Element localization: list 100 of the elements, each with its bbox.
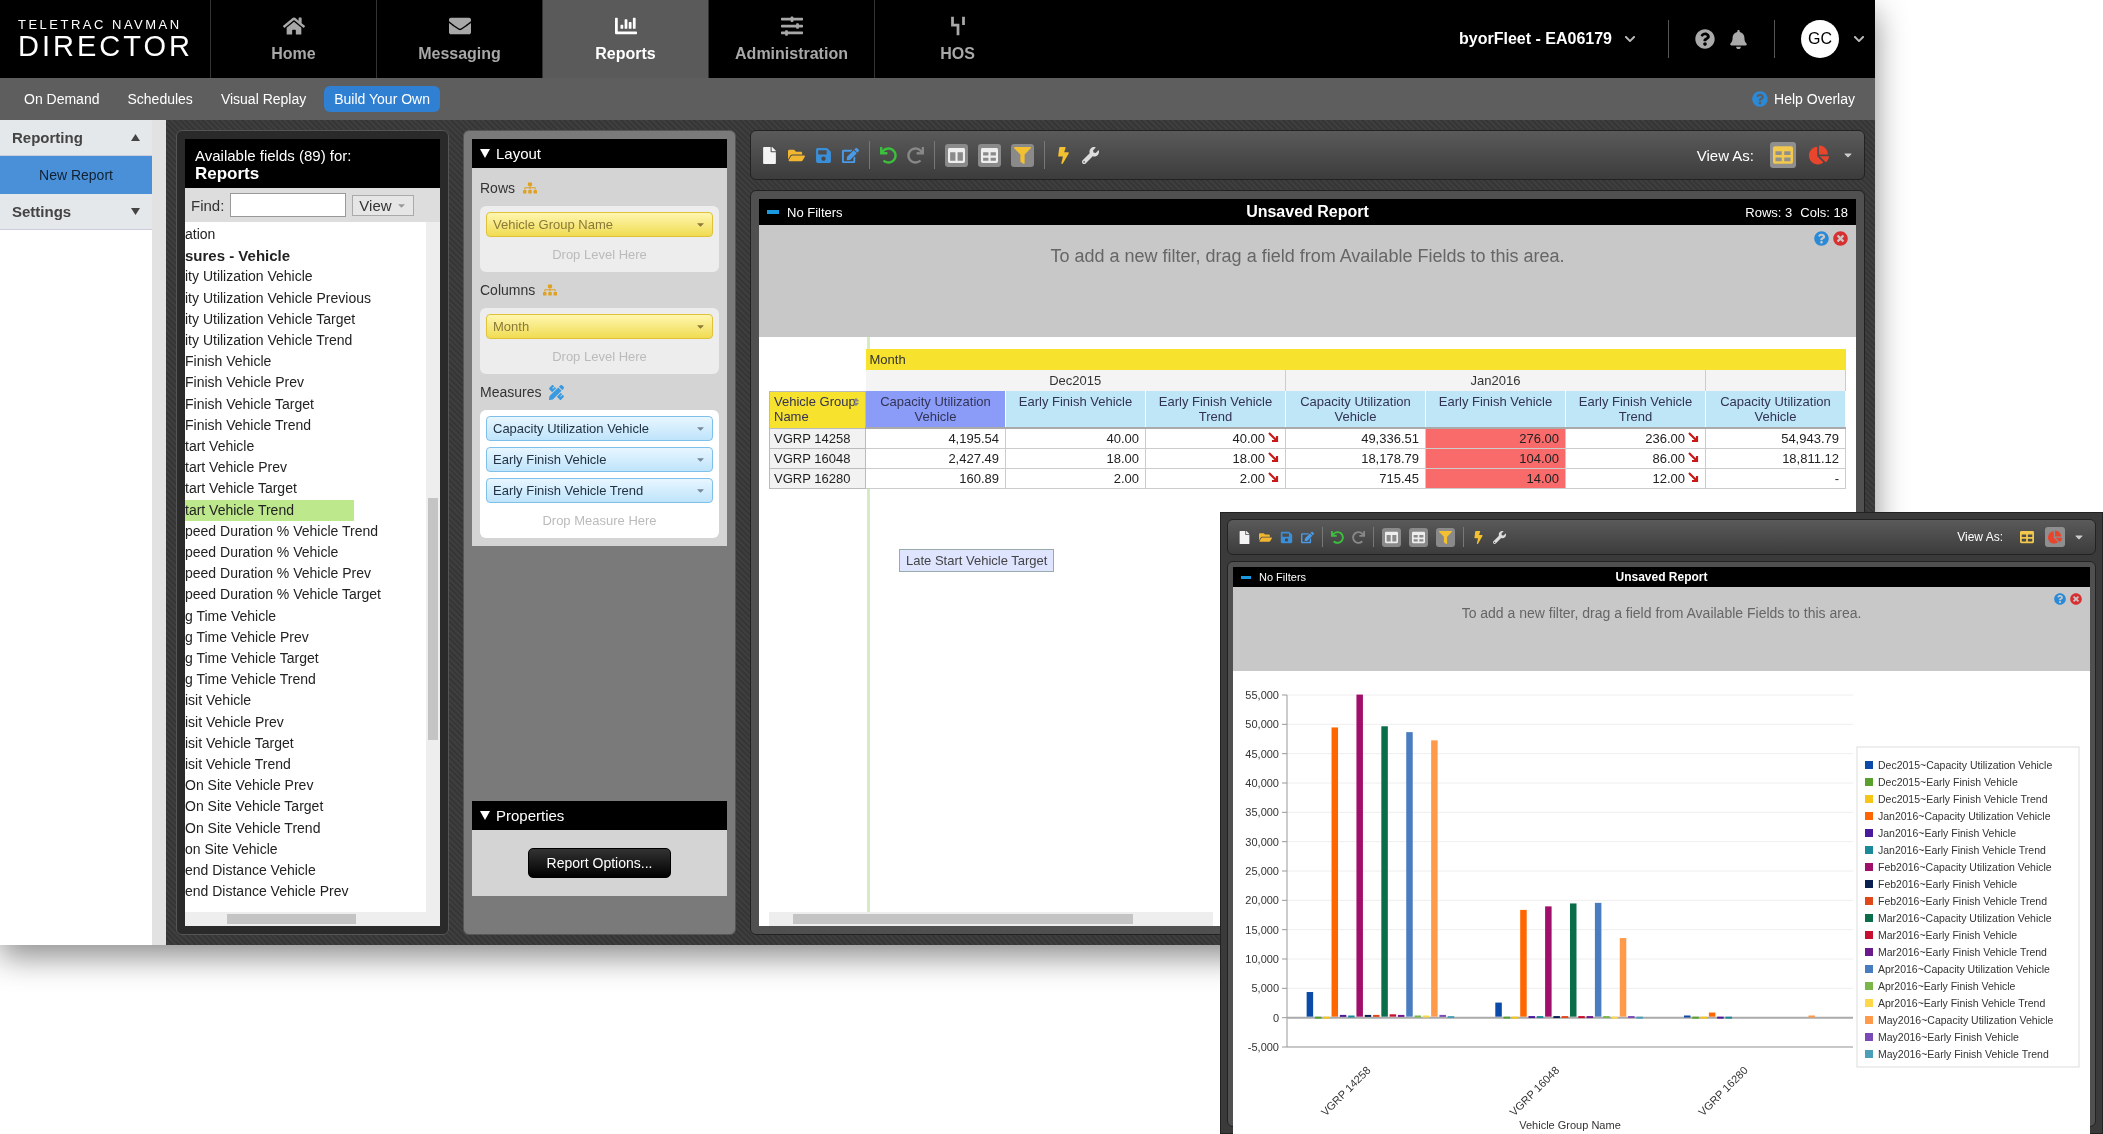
field-item[interactable]: isit Vehicle bbox=[185, 690, 256, 712]
edit-icon[interactable] bbox=[1301, 530, 1314, 544]
field-item[interactable]: Finish Vehicle Target bbox=[185, 393, 318, 415]
sidebar-section[interactable]: Settings bbox=[0, 194, 152, 230]
sub-tab[interactable]: Visual Replay bbox=[210, 86, 317, 112]
measure-column-header[interactable]: Early Finish Vehicle Trend bbox=[1145, 391, 1286, 428]
section-label: Rows bbox=[480, 180, 515, 196]
hierarchy-icon bbox=[523, 181, 537, 195]
find-field[interactable] bbox=[230, 193, 347, 217]
account-selector[interactable]: byorFleet - EA06179 bbox=[1453, 29, 1642, 49]
bell-icon[interactable] bbox=[1729, 29, 1748, 49]
field-item[interactable]: isit Vehicle Prev bbox=[185, 711, 288, 733]
field-item[interactable]: g Time Vehicle Prev bbox=[185, 626, 313, 649]
chevron-icon[interactable] bbox=[1853, 33, 1865, 45]
field-item[interactable]: on Site Vehicle bbox=[185, 838, 282, 861]
redo-icon[interactable] bbox=[907, 146, 924, 164]
field-item[interactable]: tart Vehicle Prev bbox=[185, 457, 291, 479]
logo-tagline: TELETRAC NAVMAN bbox=[18, 17, 183, 32]
row-dimension-header[interactable]: Vehicle Group Name bbox=[769, 391, 866, 428]
field-item[interactable]: peed Duration % Vehicle Prev bbox=[185, 563, 375, 585]
measure-column-header[interactable]: Early Finish Vehicle bbox=[1425, 391, 1566, 428]
scrollbar[interactable] bbox=[769, 912, 1213, 926]
lightning-icon[interactable] bbox=[1472, 530, 1485, 544]
field-item[interactable]: end Distance Vehicle Prev bbox=[185, 881, 353, 903]
user-avatar[interactable]: GC bbox=[1801, 20, 1839, 58]
field-item[interactable]: tart Vehicle bbox=[185, 436, 259, 458]
sidebar-section[interactable]: Reporting bbox=[0, 120, 152, 156]
save-icon[interactable] bbox=[815, 146, 832, 164]
toolbar-button[interactable] bbox=[945, 143, 968, 167]
field-group-header[interactable]: sures - Vehicle bbox=[185, 245, 295, 267]
folder-icon[interactable] bbox=[1259, 530, 1272, 544]
sub-tab[interactable]: Schedules bbox=[117, 86, 203, 112]
field-item[interactable]: tart Vehicle Target bbox=[185, 478, 301, 500]
toolbar-button[interactable] bbox=[978, 143, 1001, 167]
sub-tab[interactable]: On Demand bbox=[14, 86, 110, 112]
field-item[interactable]: g Time Vehicle Trend bbox=[185, 669, 320, 691]
wrench-icon[interactable] bbox=[1493, 530, 1506, 544]
close-icon[interactable] bbox=[1833, 231, 1848, 246]
filters-toggle[interactable]: No Filters bbox=[767, 204, 843, 220]
field-item[interactable]: ity Utilization Vehicle Previous bbox=[185, 287, 375, 309]
field-item[interactable]: g Time Vehicle bbox=[185, 605, 281, 627]
help-overlay-link[interactable]: Help Overlay bbox=[1746, 90, 1861, 108]
filters-toggle[interactable]: No Filters bbox=[1241, 571, 1307, 583]
field-item[interactable]: Finish Vehicle Prev bbox=[185, 372, 309, 394]
field-item[interactable]: peed Duration % Vehicle Target bbox=[185, 584, 385, 606]
row-field-pill[interactable]: Vehicle Group Name bbox=[486, 212, 713, 237]
undo-icon[interactable] bbox=[1331, 530, 1344, 544]
sidebar-item[interactable]: New Report bbox=[0, 156, 152, 194]
field-item[interactable]: peed Duration % Vehicle Trend bbox=[185, 520, 382, 543]
nav-tab[interactable]: Reports bbox=[542, 0, 708, 78]
measure-column-header[interactable]: Capacity Utilization Vehicle bbox=[1705, 391, 1846, 428]
field-item[interactable]: peed Duration % Vehicle bbox=[185, 542, 343, 564]
field-item[interactable]: On Site Vehicle Target bbox=[185, 796, 328, 818]
field-item[interactable]: ity Utilization Vehicle bbox=[185, 266, 317, 288]
measure-column-header[interactable]: Capacity Utilization Vehicle bbox=[1285, 391, 1426, 428]
redo-icon[interactable] bbox=[1352, 530, 1365, 544]
field-item[interactable]: On Site Vehicle Trend bbox=[185, 817, 325, 839]
field-item[interactable]: Finish Vehicle bbox=[185, 351, 276, 373]
sub-tab[interactable]: Build Your Own bbox=[324, 86, 440, 112]
field-item[interactable]: end Distance Vehicle bbox=[185, 860, 320, 882]
column-field-pill[interactable]: Month bbox=[486, 314, 713, 339]
undo-icon[interactable] bbox=[880, 146, 897, 164]
legend-label: Dec2015~Capacity Utilization Vehicle bbox=[1878, 759, 2053, 771]
edit-icon[interactable] bbox=[842, 146, 859, 164]
new-file-icon[interactable] bbox=[1238, 530, 1251, 544]
new-file-icon[interactable] bbox=[761, 146, 778, 164]
legend-label: Jan2016~Early Finish Vehicle Trend bbox=[1878, 844, 2046, 856]
toolbar-button[interactable] bbox=[1382, 527, 1401, 547]
measure-column-header[interactable]: Early Finish Vehicle bbox=[1005, 391, 1146, 428]
measure-pill[interactable]: Early Finish Vehicle bbox=[486, 447, 713, 472]
measure-column-header[interactable]: Early Finish Vehicle Trend bbox=[1565, 391, 1706, 428]
view-dropdown[interactable]: View bbox=[352, 194, 414, 216]
axis-tick-label: 5,000 bbox=[1251, 982, 1279, 995]
field-item[interactable]: ity Utilization Vehicle Trend bbox=[185, 330, 357, 352]
dragged-field-chip[interactable]: Late Start Vehicle Target bbox=[899, 549, 1055, 572]
collapse-caret-icon[interactable] bbox=[480, 149, 490, 158]
measure-column-header[interactable]: Capacity Utilization Vehicle bbox=[865, 391, 1006, 428]
field-item[interactable]: On Site Vehicle Prev bbox=[185, 775, 318, 797]
report-options-button[interactable]: Report Options... bbox=[527, 848, 672, 878]
help-icon[interactable] bbox=[1695, 29, 1715, 49]
column-dimension-header[interactable]: Month bbox=[865, 349, 1846, 370]
field-item[interactable]: ity Utilization Vehicle Target bbox=[185, 308, 360, 330]
field-item[interactable]: Finish Vehicle Trend bbox=[185, 414, 316, 437]
scrollbar[interactable] bbox=[426, 222, 440, 912]
field-item[interactable]: g Time Vehicle Target bbox=[185, 648, 323, 670]
collapse-caret-icon[interactable] bbox=[480, 811, 490, 820]
toolbar-button[interactable] bbox=[1436, 527, 1455, 547]
close-icon[interactable] bbox=[2070, 593, 2082, 605]
scrollbar[interactable] bbox=[185, 912, 440, 926]
toolbar-button[interactable] bbox=[1011, 143, 1034, 167]
field-item[interactable]: ation bbox=[185, 224, 220, 246]
measure-pill[interactable]: Early Finish Vehicle Trend bbox=[486, 478, 713, 503]
field-item[interactable]: isit Vehicle Target bbox=[185, 732, 298, 755]
save-icon[interactable] bbox=[1280, 530, 1293, 544]
field-item[interactable]: tart Vehicle Trend bbox=[185, 499, 354, 521]
lightning-icon[interactable] bbox=[1055, 146, 1072, 164]
toolbar-button[interactable] bbox=[1409, 527, 1428, 547]
field-item[interactable]: isit Vehicle Trend bbox=[185, 754, 295, 776]
measure-pill[interactable]: Capacity Utilization Vehicle bbox=[486, 416, 713, 441]
wrench-icon[interactable] bbox=[1082, 146, 1099, 164]
